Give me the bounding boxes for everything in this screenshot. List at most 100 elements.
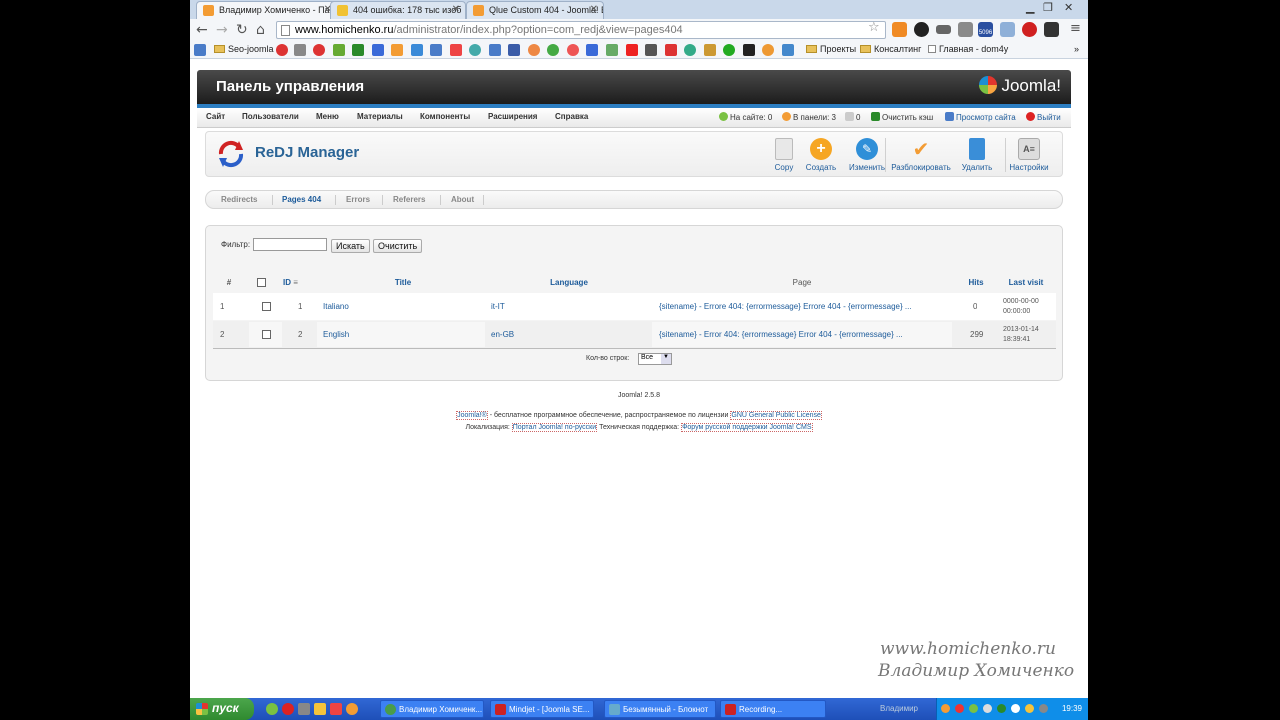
gpl-link[interactable]: GNU General Public License (730, 411, 822, 420)
unlock-button[interactable]: ✔ Разблокировать (889, 138, 953, 172)
menu-help[interactable]: Справка (555, 112, 588, 121)
bookmark-icon[interactable] (391, 44, 403, 56)
row-page[interactable]: {sitename} - Error 404: {errormessage} E… (659, 321, 949, 348)
row-page[interactable]: {sitename} - Errore 404: {errormessage} … (659, 293, 949, 320)
clear-button[interactable]: Очистить (373, 239, 423, 253)
bookmark-icon[interactable] (684, 44, 696, 56)
forward-icon[interactable]: → (216, 22, 228, 38)
bookmark-icon[interactable] (411, 44, 423, 56)
bookmark-icon[interactable] (313, 44, 325, 56)
menu-content[interactable]: Материалы (357, 112, 403, 121)
address-bar[interactable]: www.homichenko.ru/administrator/index.ph… (276, 21, 886, 39)
menu-users[interactable]: Пользователи (242, 112, 299, 121)
taskbar-item-notepad[interactable]: Безымянный - Блокнот (604, 700, 716, 718)
row-title[interactable]: Italiano (323, 293, 349, 320)
close-icon[interactable]: ✕ (590, 4, 598, 15)
pen-extension-icon[interactable] (958, 22, 973, 37)
bookmark-icon[interactable] (586, 44, 598, 56)
col-id[interactable]: ID ≡ (283, 278, 298, 287)
bookmark-icon[interactable] (372, 44, 384, 56)
tab-about[interactable]: About (451, 195, 474, 204)
tray-icon[interactable] (955, 704, 964, 713)
tab-referers[interactable]: Referers (393, 195, 425, 204)
home-icon[interactable]: ⌂ (256, 22, 265, 38)
extension-icon[interactable] (1000, 22, 1015, 37)
tab-pages-404[interactable]: Pages 404 (282, 195, 321, 204)
row-checkbox[interactable] (262, 293, 271, 320)
bookmark-main[interactable]: Главная - dom4y (928, 44, 1008, 54)
rows-per-page-select[interactable]: Все ▼ (638, 353, 672, 365)
select-all-checkbox[interactable] (257, 278, 266, 289)
bookmark-icon[interactable] (528, 44, 540, 56)
quicklaunch-icon[interactable] (266, 703, 278, 715)
close-icon[interactable]: ✕ (452, 4, 460, 15)
tray-icon[interactable] (969, 704, 978, 713)
menu-icon[interactable]: ≡ (1070, 21, 1081, 36)
filter-input[interactable] (253, 238, 327, 251)
menu-extensions[interactable]: Расширения (488, 112, 537, 121)
browser-tab-2[interactable]: 404 ошибка: 178 тыс изоб ✕ (330, 1, 466, 19)
bookmark-icon[interactable] (276, 44, 288, 56)
tray-icon[interactable] (983, 704, 992, 713)
tray-icon[interactable] (997, 704, 1006, 713)
bookmark-star-icon[interactable]: ☆ (868, 20, 880, 35)
browser-tab-3[interactable]: Qlue Custom 404 - Joomla! E ✕ (466, 1, 604, 19)
bookmark-icon[interactable] (665, 44, 677, 56)
extension-icon[interactable] (936, 25, 951, 34)
bookmark-icon[interactable] (450, 44, 462, 56)
row-title[interactable]: English (323, 321, 349, 348)
bookmark-icon[interactable] (489, 44, 501, 56)
tray-icon[interactable] (1025, 704, 1034, 713)
quicklaunch-icon[interactable] (282, 703, 294, 715)
view-site-link[interactable]: Просмотр сайта (945, 112, 1016, 122)
bookmark-icon[interactable] (626, 44, 638, 56)
menu-components[interactable]: Компоненты (420, 112, 470, 121)
opera-extension-icon[interactable] (1022, 22, 1037, 37)
col-hits[interactable]: Hits (955, 278, 997, 287)
portal-link[interactable]: Портал Joomla! по-русски (511, 423, 598, 432)
tab-errors[interactable]: Errors (346, 195, 370, 204)
logout-link[interactable]: Выйти (1026, 112, 1061, 122)
delete-button[interactable]: Удалить (949, 138, 1005, 172)
bookmark-consulting[interactable]: Консалтинг (860, 44, 921, 54)
bookmark-icon[interactable] (333, 44, 345, 56)
row-checkbox[interactable] (262, 321, 271, 348)
counter-extension-icon[interactable]: 5096 (978, 22, 993, 37)
taskbar-item-mindjet[interactable]: Mindjet - [Joomla SE... (490, 700, 594, 718)
taskbar-item-recording[interactable]: Recording... (720, 700, 826, 718)
row-language[interactable]: it-IT (491, 293, 505, 320)
bookmark-icon[interactable] (352, 44, 364, 56)
tray-icon[interactable] (1011, 704, 1020, 713)
back-icon[interactable]: ← (196, 22, 208, 38)
search-button[interactable]: Искать (331, 239, 370, 253)
restore-icon[interactable]: ❐ (1043, 1, 1053, 14)
clear-cache-link[interactable]: Очистить кэш (871, 112, 933, 122)
extension-icon[interactable] (914, 22, 929, 37)
col-language[interactable]: Language (488, 278, 650, 287)
browser-tab-1[interactable]: Владимир Хомиченко - Пан ✕ (196, 1, 338, 19)
bookmark-icon[interactable] (430, 44, 442, 56)
bookmark-icon[interactable] (723, 44, 735, 56)
tray-icon[interactable] (941, 704, 950, 713)
taskbar-item-browser[interactable]: Владимир Хомиченк... (380, 700, 484, 718)
bookmark-icon[interactable] (194, 44, 206, 56)
bookmark-icon[interactable] (469, 44, 481, 56)
rss-extension-icon[interactable] (892, 22, 907, 37)
table-row[interactable]: 1 1 Italiano it-IT {sitename} - Errore 4… (213, 293, 1056, 320)
bookmark-icon[interactable] (704, 44, 716, 56)
col-title[interactable]: Title (318, 278, 488, 287)
col-last-visit[interactable]: Last visit (999, 278, 1053, 287)
quicklaunch-icon[interactable] (330, 703, 342, 715)
menu-site[interactable]: Сайт (206, 112, 225, 121)
row-language[interactable]: en-GB (491, 321, 514, 348)
extension-icon[interactable] (1044, 22, 1059, 37)
quicklaunch-icon[interactable] (314, 703, 326, 715)
start-button[interactable]: пуск (190, 698, 254, 720)
bookmark-icon[interactable] (606, 44, 618, 56)
menu-menus[interactable]: Меню (316, 112, 339, 121)
volume-icon[interactable] (1039, 704, 1048, 713)
bookmark-icon[interactable] (547, 44, 559, 56)
bookmark-icon[interactable] (567, 44, 579, 56)
edit-button[interactable]: ✎ Изменить (839, 138, 895, 172)
bookmark-icon[interactable] (294, 44, 306, 56)
